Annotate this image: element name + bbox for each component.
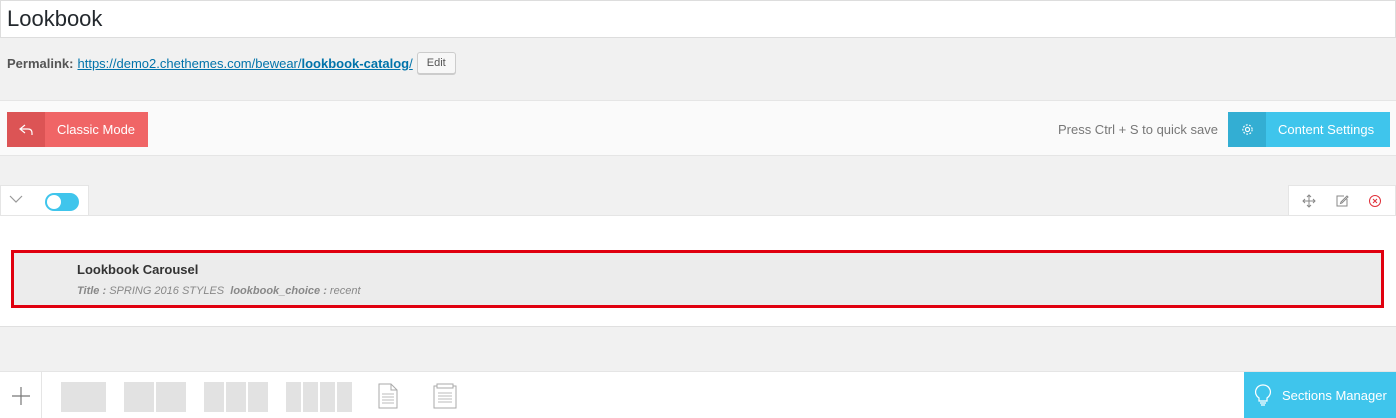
layout-col [61,382,106,412]
templates-icon[interactable] [433,383,457,414]
element-title: Lookbook Carousel [77,262,199,277]
section-tools [1288,185,1396,216]
section-body: Lookbook Carousel Title : SPRING 2016 ST… [0,215,1396,327]
layout-col [248,382,268,412]
chevron-down-icon[interactable] [9,192,23,211]
param-choice-key: lookbook_choice : [230,285,327,297]
quicksave-hint: Press Ctrl + S to quick save [1057,122,1218,137]
toggle-knob [47,195,61,209]
layout-col [204,382,224,412]
content-settings-button[interactable]: Content Settings [1228,112,1390,147]
param-title-key: Title : [77,285,107,297]
element-params: Title : SPRING 2016 STYLES lookbook_choi… [77,285,361,297]
param-title-value: SPRING 2016 STYLES [109,285,225,297]
sections-manager-button[interactable]: Sections Manager [1244,372,1396,418]
content-settings-label: Content Settings [1278,122,1375,137]
delete-icon[interactable] [1363,189,1387,213]
lightbulb-icon [1244,383,1282,408]
permalink-edit-button[interactable]: Edit [416,52,456,74]
permalink-link[interactable]: https://demo2.chethemes.com/bewear/lookb… [77,56,412,71]
permalink-label: Permalink: [7,55,74,71]
title-bar: Lookbook [0,0,1396,38]
layout-2-columns[interactable] [124,382,186,412]
layout-col [303,382,318,412]
param-choice-value: recent [329,285,361,297]
layout-col [337,382,352,412]
page-title-input[interactable]: Lookbook [7,6,102,32]
layout-col [226,382,246,412]
add-section-button[interactable] [0,372,42,418]
layout-col [320,382,335,412]
edit-icon[interactable] [1330,189,1354,213]
move-icon[interactable] [1297,189,1321,213]
section-header [0,185,89,216]
undo-arrow-icon [7,112,45,147]
section-toggle[interactable] [45,193,79,211]
permalink-trailing: / [409,55,413,71]
gear-icon [1228,112,1266,147]
sections-manager-label: Sections Manager [1282,388,1387,403]
layout-3-columns[interactable] [204,382,268,412]
plus-icon [11,386,30,405]
layout-1-column[interactable] [61,382,106,412]
permalink-slug: lookbook-catalog [301,55,410,71]
text-block-icon[interactable] [378,383,398,414]
lookbook-carousel-element[interactable]: Lookbook Carousel Title : SPRING 2016 ST… [11,250,1384,308]
layout-col [156,382,186,412]
layout-col [286,382,301,412]
permalink-row: Permalink: https://demo2.chethemes.com/b… [7,52,456,74]
builder-toolbar: Classic Mode Press Ctrl + S to quick sav… [0,100,1396,156]
permalink-base: https://demo2.chethemes.com/bewear/ [77,55,302,71]
layout-4-columns[interactable] [286,382,352,412]
classic-mode-label: Classic Mode [57,122,136,137]
layout-col [124,382,154,412]
classic-mode-button[interactable]: Classic Mode [7,112,148,147]
bottom-layout-bar: Sections Manager [0,371,1396,418]
